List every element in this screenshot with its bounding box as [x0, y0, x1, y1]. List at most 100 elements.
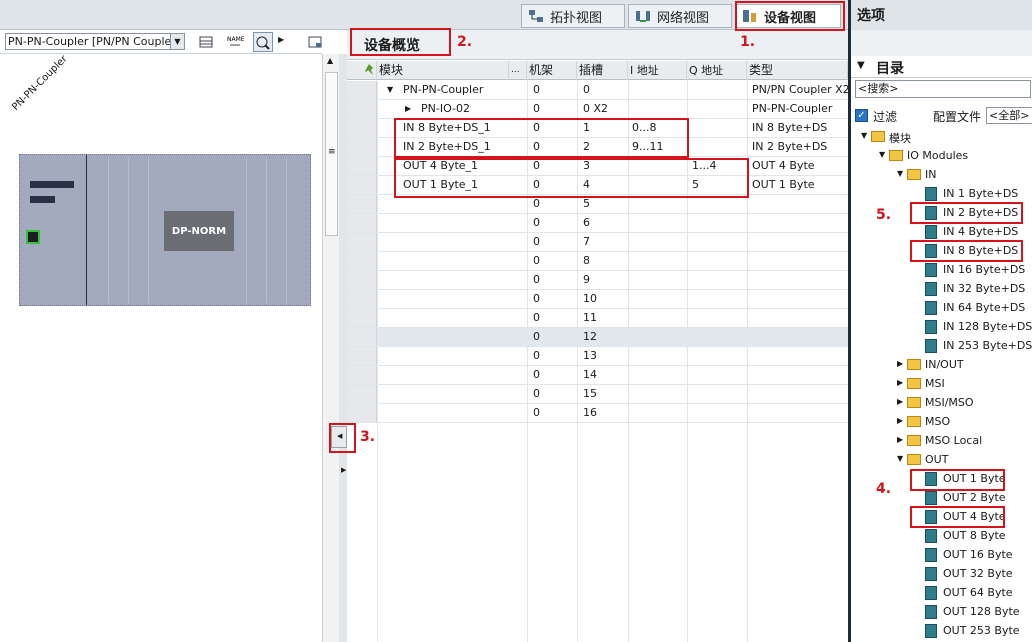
catalog-folder[interactable]: ▼ IO Modules — [851, 147, 1032, 166]
cell-i-address[interactable] — [632, 404, 687, 422]
cell-slot[interactable]: 0 X2 — [583, 100, 628, 118]
cell-type[interactable] — [752, 347, 848, 365]
cell-i-address[interactable] — [632, 252, 687, 270]
row-gutter[interactable] — [347, 252, 377, 270]
col-header-module[interactable]: 模块 — [377, 61, 509, 80]
cell-type[interactable]: OUT 1 Byte — [752, 176, 848, 194]
cell-q-address[interactable] — [692, 138, 747, 156]
cell-rack[interactable]: 0 — [533, 309, 577, 327]
cell-q-address[interactable] — [692, 271, 747, 289]
catalog-module-item[interactable]: IN 4 Byte+DS — [851, 223, 1032, 242]
catalog-module-item[interactable]: IN 128 Byte+DS — [851, 318, 1032, 337]
collapsed-arrow-icon[interactable]: ▶ — [897, 378, 903, 387]
scrollbar-thumb[interactable]: ≡ — [325, 72, 338, 236]
cell-rack[interactable]: 0 — [533, 195, 577, 213]
collapse-panel-button[interactable]: ◀ — [331, 426, 347, 448]
cell-i-address[interactable] — [632, 328, 687, 346]
cell-type[interactable] — [752, 309, 848, 327]
col-header-more[interactable]: ... — [509, 61, 527, 80]
row-gutter[interactable] — [347, 81, 377, 99]
catalog-folder[interactable]: ▼ IN — [851, 166, 1032, 185]
cell-module[interactable] — [403, 385, 527, 403]
cell-rack[interactable]: 0 — [533, 271, 577, 289]
cell-module[interactable]: PN-PN-Coupler — [403, 81, 527, 99]
cell-slot[interactable]: 2 — [583, 138, 628, 156]
cell-type[interactable]: OUT 4 Byte — [752, 157, 848, 175]
cell-type[interactable]: IN 8 Byte+DS — [752, 119, 848, 137]
cell-slot[interactable]: 12 — [583, 328, 628, 346]
table-row[interactable]: 0 11 — [347, 309, 848, 328]
catalog-module-item[interactable]: OUT 253 Byte — [851, 622, 1032, 641]
table-row[interactable]: 0 16 — [347, 404, 848, 423]
cell-rack[interactable]: 0 — [533, 385, 577, 403]
catalog-module-item[interactable]: IN 8 Byte+DS — [851, 242, 1032, 261]
catalog-section-header[interactable]: ▼ 目录 — [851, 56, 1032, 78]
cell-i-address[interactable] — [632, 290, 687, 308]
cell-rack[interactable]: 0 — [533, 214, 577, 232]
cell-module[interactable] — [403, 214, 527, 232]
profile-select[interactable]: <全部> — [986, 107, 1032, 124]
cell-i-address[interactable]: 9...11 — [632, 138, 687, 156]
catalog-module-item[interactable]: OUT 8 Byte — [851, 527, 1032, 546]
device-selector[interactable]: PN-PN-Coupler [PN/PN Coupler ▼ — [5, 33, 185, 50]
row-gutter[interactable] — [347, 347, 377, 365]
cell-rack[interactable]: 0 — [533, 290, 577, 308]
cell-slot[interactable]: 8 — [583, 252, 628, 270]
cell-type[interactable]: PN-PN-Coupler — [752, 100, 848, 118]
table-row[interactable]: 09 — [347, 271, 848, 290]
row-gutter[interactable] — [347, 328, 377, 346]
tab-network-view[interactable]: 网络视图 — [628, 4, 732, 28]
col-header-q-address[interactable]: Q 地址 — [687, 61, 747, 80]
collapsed-arrow-icon[interactable]: ▶ — [897, 359, 903, 368]
cell-type[interactable] — [752, 195, 848, 213]
catalog-folder[interactable]: ▶ MSO Local — [851, 432, 1032, 451]
table-row[interactable]: 0 15 — [347, 385, 848, 404]
cell-q-address[interactable] — [692, 366, 747, 384]
panel-splitter[interactable]: ◀ ▶ — [331, 54, 347, 642]
row-gutter[interactable] — [347, 404, 377, 422]
expanded-arrow-icon[interactable]: ▼ — [387, 85, 393, 94]
expanded-arrow-icon[interactable]: ▼ — [897, 454, 903, 463]
cell-i-address[interactable] — [632, 214, 687, 232]
cell-rack[interactable]: 0 — [533, 404, 577, 422]
cell-i-address[interactable] — [632, 176, 687, 194]
rack-overview-button[interactable] — [196, 32, 216, 52]
vertical-scrollbar[interactable]: ▲ ≡ — [322, 54, 339, 642]
cell-module[interactable]: IN 8 Byte+DS_1 — [403, 119, 527, 137]
catalog-folder[interactable]: ▶ MSI/MSO — [851, 394, 1032, 413]
cell-q-address[interactable] — [692, 214, 747, 232]
table-row[interactable]: 07 — [347, 233, 848, 252]
cell-i-address[interactable] — [632, 385, 687, 403]
cell-q-address[interactable] — [692, 290, 747, 308]
cell-i-address[interactable]: 0...8 — [632, 119, 687, 137]
cell-type[interactable] — [752, 290, 848, 308]
cell-slot[interactable]: 15 — [583, 385, 628, 403]
expanded-arrow-icon[interactable]: ▼ — [897, 169, 903, 178]
row-gutter[interactable] — [347, 214, 377, 232]
cell-slot[interactable]: 3 — [583, 157, 628, 175]
cell-slot[interactable]: 7 — [583, 233, 628, 251]
catalog-folder[interactable]: ▶ IN/OUT — [851, 356, 1032, 375]
cell-module[interactable] — [403, 347, 527, 365]
device-rack[interactable]: DP-NORM — [19, 154, 311, 306]
cell-type[interactable]: IN 2 Byte+DS — [752, 138, 848, 156]
table-row[interactable]: 0 14 — [347, 366, 848, 385]
collapsed-arrow-icon[interactable]: ▶ — [897, 416, 903, 425]
cell-rack[interactable]: 0 — [533, 176, 577, 194]
tab-topology-view[interactable]: 拓扑视图 — [521, 4, 625, 28]
row-gutter[interactable] — [347, 195, 377, 213]
catalog-folder[interactable]: ▼ OUT — [851, 451, 1032, 470]
cell-slot[interactable]: 10 — [583, 290, 628, 308]
catalog-module-item[interactable]: OUT 16 Byte — [851, 546, 1032, 565]
col-header-i-address[interactable]: I 地址 — [628, 61, 687, 80]
cell-module[interactable]: OUT 1 Byte_1 — [403, 176, 527, 194]
cell-slot[interactable]: 14 — [583, 366, 628, 384]
catalog-module-item[interactable]: IN 253 Byte+DS — [851, 337, 1032, 356]
cell-q-address[interactable] — [692, 328, 747, 346]
cell-q-address[interactable] — [692, 309, 747, 327]
cell-i-address[interactable] — [632, 195, 687, 213]
cell-rack[interactable]: 0 — [533, 233, 577, 251]
cell-type[interactable] — [752, 214, 848, 232]
cell-i-address[interactable] — [632, 309, 687, 327]
row-gutter[interactable] — [347, 157, 377, 175]
